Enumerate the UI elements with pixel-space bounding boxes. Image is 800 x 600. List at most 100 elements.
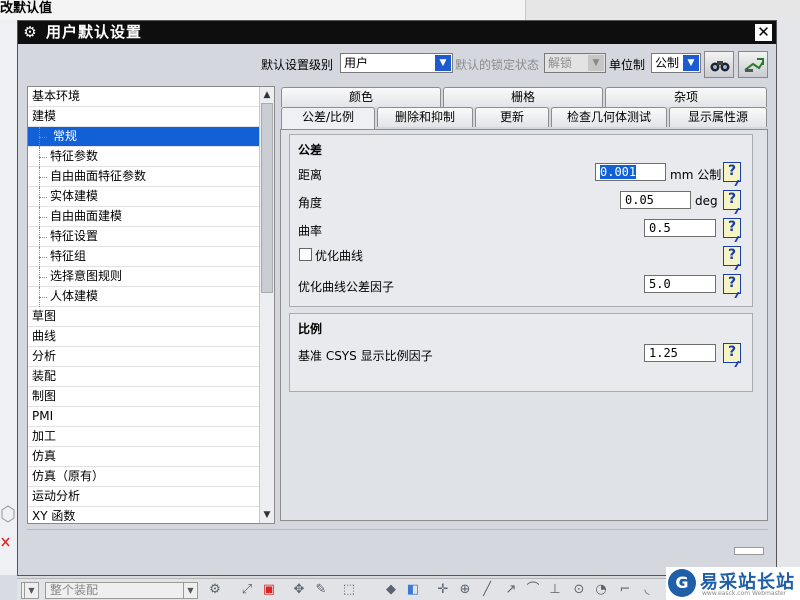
status-box xyxy=(734,547,764,555)
corner-icon[interactable]: ⌐ xyxy=(617,582,633,598)
tolerance-group-title: 公差 xyxy=(298,143,323,157)
tree-item[interactable]: 建模 xyxy=(28,107,260,127)
quadrant-icon[interactable]: ◔ xyxy=(593,582,609,598)
tree-item-label: 加工 xyxy=(32,429,57,443)
optimize-factor-field[interactable]: 5.0 xyxy=(644,275,716,293)
tab-display-attribute-source[interactable]: 显示属性源 xyxy=(669,107,767,127)
unit-select[interactable]: 公制 ▼ xyxy=(651,53,701,73)
move-icon[interactable]: ✥ xyxy=(291,582,307,598)
tree-item[interactable]: 加工 xyxy=(28,427,260,447)
tab-check-geometry[interactable]: 检查几何体测试 xyxy=(551,107,667,127)
distance-label: 距离 xyxy=(298,168,323,182)
tree-item[interactable]: 仿真（原有） xyxy=(28,467,260,487)
rectangle-select-icon[interactable]: ⬚ xyxy=(341,582,357,598)
csys-scale-field[interactable]: 1.25 xyxy=(644,344,716,362)
host-right-strip xyxy=(776,20,800,575)
tab-delete-suppress[interactable]: 删除和抑制 xyxy=(377,107,473,127)
select-box-icon[interactable]: ▣ xyxy=(261,582,277,598)
line-icon[interactable]: ╱ xyxy=(479,582,495,598)
tangent-icon[interactable]: ⊥ xyxy=(547,582,563,598)
scroll-up-icon[interactable]: ▲ xyxy=(260,88,274,102)
csys-axis-icon xyxy=(1,505,15,547)
distance-value: 0.001 xyxy=(600,165,637,179)
chevron-down-icon[interactable]: ▼ xyxy=(435,55,451,71)
optimize-curve-help-icon[interactable]: ? xyxy=(723,246,741,266)
tree-item[interactable]: 人体建模 xyxy=(28,287,260,307)
snap-icon[interactable]: ⤢ xyxy=(239,582,255,598)
tree-item[interactable]: 自由曲面建模 xyxy=(28,207,260,227)
tree-item-label: XY 函数 xyxy=(32,509,76,523)
tree-item[interactable]: PMI xyxy=(28,407,260,427)
tree-item[interactable]: 草图 xyxy=(28,307,260,327)
filter-select[interactable]: ▼ xyxy=(21,582,39,599)
category-tree[interactable]: 基本环境建模常规 特征参数 自由曲面特征参数实体建模自由曲面建模 特征设置 特征组 选择意… xyxy=(27,86,275,524)
optimize-factor-help-icon[interactable]: ? xyxy=(723,274,741,294)
tree-scrollbar[interactable]: ▲ ▼ xyxy=(259,87,274,523)
csys-scale-label: 基准 CSYS 显示比例因子 xyxy=(298,349,433,363)
tree-item-label: 建模 xyxy=(32,109,57,123)
host-left-strip xyxy=(0,20,17,575)
tree-item-label: 实体建模 xyxy=(50,189,99,203)
dialog-title: 用户默认设置 xyxy=(46,23,143,41)
tools-icon[interactable]: ✎ xyxy=(313,582,329,598)
distance-help-icon[interactable]: ? xyxy=(723,162,741,182)
chevron-down-icon[interactable]: ▼ xyxy=(183,583,197,598)
tree-item[interactable]: XY 函数 xyxy=(28,507,260,523)
tree-item[interactable]: 常规 xyxy=(28,127,260,147)
dialog-titlebar[interactable]: ⚙ 用户默认设置 ✕ xyxy=(18,21,776,44)
lock-select[interactable]: 解锁 ▼ xyxy=(544,53,606,73)
tree-item[interactable]: 实体建模 xyxy=(28,187,260,207)
level-label: 默认设置级别 xyxy=(261,58,334,72)
cube-icon[interactable]: ◧ xyxy=(405,582,421,598)
assembly-scope-select[interactable]: 整个装配 ▼ xyxy=(45,582,198,599)
tree-item[interactable]: 基本环境 xyxy=(28,87,260,107)
scroll-down-icon[interactable]: ▼ xyxy=(260,508,274,522)
tab-tolerance-scale[interactable]: 公差/比例 xyxy=(281,107,375,129)
chevron-down-icon[interactable]: ▼ xyxy=(588,55,604,71)
settings-tabs: 颜色 栅格 杂项 公差/比例 删除和抑制 更新 检查几何体测试 显示属性源 xyxy=(280,87,768,129)
tab-color[interactable]: 颜色 xyxy=(281,87,441,107)
curve-icon[interactable]: ⌒ xyxy=(525,582,541,598)
tab-update[interactable]: 更新 xyxy=(475,107,549,127)
chevron-down-icon[interactable]: ▼ xyxy=(683,55,699,71)
csys-scale-help-icon[interactable]: ? xyxy=(723,343,741,363)
user-defaults-dialog: ⚙ 用户默认设置 ✕ 默认设置级别 用户 ▼ 默认的锁定状态 解锁 ▼ 单位制 … xyxy=(17,20,777,576)
scroll-thumb[interactable] xyxy=(261,103,273,293)
curvature-field[interactable]: 0.5 xyxy=(644,219,716,237)
assembly-tools-icon[interactable]: ⚙ xyxy=(207,582,223,598)
tree-item-label: 草图 xyxy=(32,309,57,323)
endpoint-snap-icon[interactable]: ✛ xyxy=(435,582,451,598)
level-select[interactable]: 用户 ▼ xyxy=(340,53,453,73)
tab-grid[interactable]: 栅格 xyxy=(443,87,603,107)
tree-item[interactable]: 自由曲面特征参数 xyxy=(28,167,260,187)
tree-item[interactable]: 仿真 xyxy=(28,447,260,467)
tree-item[interactable]: 特征设置 xyxy=(28,227,260,247)
solid-icon[interactable]: ◆ xyxy=(383,582,399,598)
tab-misc[interactable]: 杂项 xyxy=(605,87,767,107)
tree-item[interactable]: 分析 xyxy=(28,347,260,367)
center-point-icon[interactable]: ⊙ xyxy=(571,582,587,598)
curvature-help-icon[interactable]: ? xyxy=(723,218,741,238)
close-button[interactable]: ✕ xyxy=(755,24,772,41)
watermark: G 易采站长站 www.easck.com Webmaster xyxy=(666,567,800,600)
tree-item-label: PMI xyxy=(32,409,54,423)
angle-help-icon[interactable]: ? xyxy=(723,190,741,210)
tree-item[interactable]: 装配 xyxy=(28,367,260,387)
tab-panel: 公差 距离 0.001 mm 公制 ? 角度 0.05 deg ? 曲率 0.5… xyxy=(280,129,768,521)
midpoint-snap-icon[interactable]: ⊕ xyxy=(457,582,473,598)
tree-item[interactable]: 运动分析 xyxy=(28,487,260,507)
tree-item[interactable]: 制图 xyxy=(28,387,260,407)
tree-item-label: 分析 xyxy=(32,349,57,363)
manage-settings-button[interactable] xyxy=(738,51,768,78)
chevron-down-icon[interactable]: ▼ xyxy=(24,583,38,598)
tree-item[interactable]: 特征参数 xyxy=(28,147,260,167)
angle-field[interactable]: 0.05 xyxy=(620,191,691,209)
tree-item[interactable]: 特征组 xyxy=(28,247,260,267)
tree-item[interactable]: 曲线 xyxy=(28,327,260,347)
distance-field[interactable]: 0.001 xyxy=(595,163,666,181)
tree-item[interactable]: 选择意图规则 xyxy=(28,267,260,287)
optimize-curve-checkbox[interactable] xyxy=(299,248,312,261)
arrow-icon[interactable]: ↗ xyxy=(503,582,519,598)
arc-icon[interactable]: ◟ xyxy=(639,582,655,598)
find-defaults-button[interactable] xyxy=(704,51,734,78)
